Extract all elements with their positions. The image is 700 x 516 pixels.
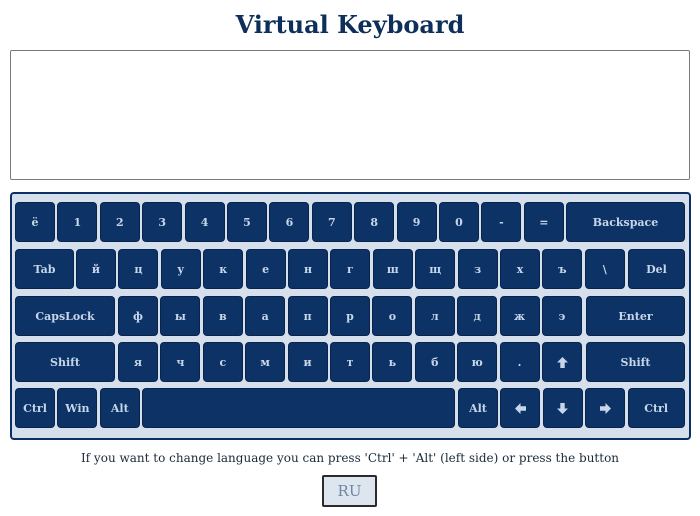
key-r2-5[interactable]: к	[203, 249, 244, 289]
key-r2-12[interactable]: х	[500, 249, 540, 289]
space-key[interactable]	[142, 388, 456, 428]
capslock-key[interactable]: CapsLock	[15, 296, 115, 336]
key-r3-2[interactable]: ф	[118, 296, 158, 336]
arrow-up-icon	[556, 356, 568, 368]
arrow-down-icon	[557, 402, 569, 414]
key-r4-6[interactable]: и	[287, 342, 328, 382]
key-r2-7[interactable]: н	[288, 249, 328, 289]
key-r1-8[interactable]: 7	[311, 202, 352, 242]
key-r3-8[interactable]: о	[372, 296, 413, 336]
key-r2-2[interactable]: й	[76, 249, 116, 289]
language-toggle-button[interactable]: RU	[322, 475, 377, 507]
key-r4-2[interactable]: я	[118, 342, 158, 382]
key-r4-8[interactable]: ь	[372, 342, 413, 382]
ctrl-key[interactable]: Ctrl	[627, 388, 685, 428]
key-r2-8[interactable]: г	[330, 249, 371, 289]
text-output[interactable]	[10, 50, 690, 180]
key-r4-9[interactable]: б	[414, 342, 455, 382]
key-r1-12[interactable]: -	[481, 202, 522, 242]
win-key[interactable]: Win	[57, 388, 98, 428]
key-r2-13[interactable]: ъ	[542, 249, 583, 289]
arrow-right-key[interactable]	[585, 388, 626, 428]
key-r4-4[interactable]: с	[202, 342, 243, 382]
key-r4-10[interactable]: ю	[457, 342, 498, 382]
virtual-keyboard: ё 1 2 3 4 5 6 7 8 9 0- = Backspace Tab й ц у к е н г ш щ з х ъ \ De…	[10, 192, 691, 440]
key-r3-11[interactable]: ж	[499, 296, 540, 336]
key-r2-9[interactable]: ш	[372, 249, 413, 289]
key-r2-3[interactable]: ц	[118, 249, 159, 289]
arrow-down-key[interactable]	[542, 388, 583, 428]
backspace-key[interactable]: Backspace	[566, 202, 685, 242]
arrow-left-key[interactable]	[500, 388, 541, 428]
key-r4-5[interactable]: м	[245, 342, 286, 382]
key-r3-4[interactable]: в	[202, 296, 243, 336]
arrow-right-icon	[599, 402, 611, 414]
key-r1-10[interactable]: 9	[396, 202, 437, 242]
key-r1-2[interactable]: 1	[57, 202, 98, 242]
key-r2-4[interactable]: у	[160, 249, 201, 289]
key-r3-7[interactable]: р	[330, 296, 370, 336]
shift-key[interactable]: Shift	[15, 342, 115, 382]
key-r3-12[interactable]: э	[542, 296, 582, 336]
page-title: Virtual Keyboard	[235, 10, 465, 39]
key-r1-3[interactable]: 2	[99, 202, 140, 242]
key-r2-14[interactable]: \	[584, 249, 625, 289]
key-r2-6[interactable]: е	[245, 249, 286, 289]
key-r1-1[interactable]: ё	[15, 202, 55, 242]
key-r4-3[interactable]: ч	[160, 342, 201, 382]
alt-key[interactable]: Alt	[458, 388, 498, 428]
alt-key[interactable]: Alt	[99, 388, 140, 428]
key-r4-11[interactable]: .	[499, 342, 540, 382]
tab-key[interactable]: Tab	[15, 249, 74, 289]
key-r1-4[interactable]: 3	[142, 202, 183, 242]
key-r1-6[interactable]: 5	[227, 202, 267, 242]
key-r2-10[interactable]: щ	[415, 249, 456, 289]
arrow-left-icon	[514, 402, 526, 414]
key-r3-3[interactable]: ы	[160, 296, 201, 336]
shift-key[interactable]: Shift	[586, 342, 685, 382]
key-r1-7[interactable]: 6	[269, 202, 310, 242]
key-r1-9[interactable]: 8	[354, 202, 395, 242]
key-r2-11[interactable]: з	[457, 249, 498, 289]
delete-key[interactable]: Del	[628, 249, 685, 289]
enter-key[interactable]: Enter	[586, 296, 685, 336]
language-hint: If you want to change language you can p…	[80, 451, 620, 465]
key-r3-5[interactable]: а	[245, 296, 286, 336]
arrow-up-key[interactable]	[542, 342, 582, 382]
key-r3-9[interactable]: л	[414, 296, 455, 336]
key-r1-11[interactable]: 0	[439, 202, 479, 242]
key-r1-5[interactable]: 4	[184, 202, 225, 242]
key-r1-13[interactable]: =	[523, 202, 564, 242]
ctrl-key[interactable]: Ctrl	[15, 388, 55, 428]
key-r3-10[interactable]: д	[457, 296, 498, 336]
key-r4-7[interactable]: т	[330, 342, 370, 382]
key-r3-6[interactable]: п	[287, 296, 328, 336]
